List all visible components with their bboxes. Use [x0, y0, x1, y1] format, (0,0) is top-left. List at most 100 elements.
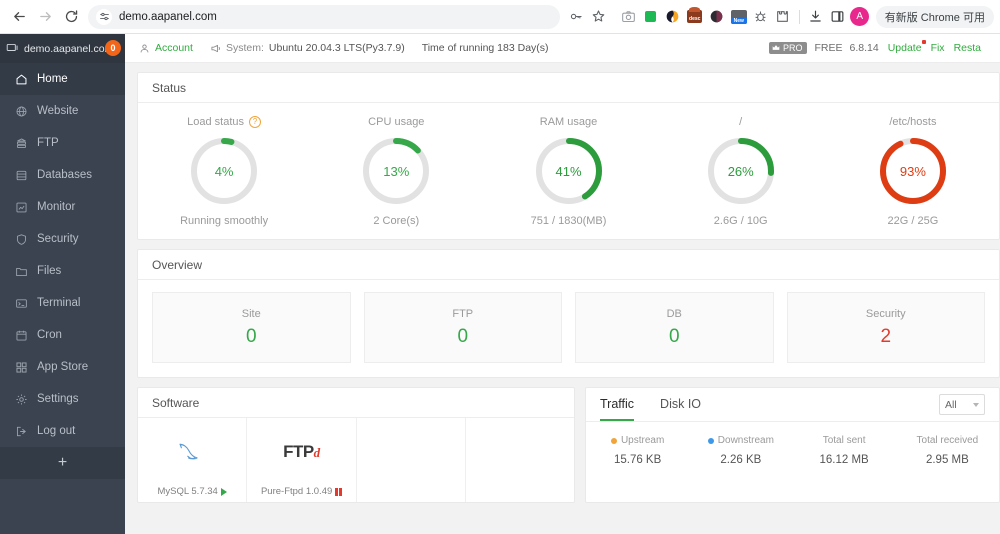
side-panel-icon [831, 11, 844, 22]
system-info: System: Ubuntu 20.04.3 LTS(Py3.7.9) [210, 42, 405, 54]
overview-card-site[interactable]: Site 0 [152, 292, 351, 363]
bug-icon [755, 11, 766, 22]
system-value: Ubuntu 20.04.3 LTS(Py3.7.9) [268, 42, 405, 54]
dark-circle-extension-button[interactable] [706, 5, 728, 29]
stat-label: Downstream [717, 435, 774, 446]
range-select[interactable]: All [939, 394, 985, 415]
update-link[interactable]: Update [888, 40, 926, 54]
password-manager-button[interactable] [566, 5, 588, 29]
gauge-etc-hosts: /etc/hosts 93% 22G / 25G [827, 116, 999, 227]
software-name: MySQL 5.7.34 [157, 486, 218, 497]
server-icon [14, 136, 28, 150]
sidebar-item-databases[interactable]: Databases [0, 159, 125, 191]
range-select-value: All [945, 398, 957, 411]
bookmark-button[interactable] [588, 5, 610, 29]
restart-link[interactable]: Resta [954, 42, 981, 54]
sidebar-item-label: Databases [37, 169, 92, 181]
bottom-row: Software MySQL 5.7.34 FTP d Pure-Ftpd 1.… [137, 387, 1000, 512]
fix-link[interactable]: Fix [931, 42, 945, 54]
account-link[interactable]: Account [139, 42, 193, 54]
overview-card-security[interactable]: Security 2 [786, 292, 985, 363]
overview-card-ftp[interactable]: FTP 0 [363, 292, 562, 363]
running-status-icon [220, 487, 227, 496]
software-item-pureftpd[interactable]: FTP d Pure-Ftpd 1.0.49 [247, 418, 357, 502]
software-item-empty-2 [466, 418, 574, 502]
green-flag-extension-button[interactable] [640, 5, 662, 29]
star-icon [592, 10, 605, 22]
puzzle-icon [777, 11, 789, 22]
camera-icon [622, 11, 636, 23]
status-card: Status Load status ? 4% Running smoothly… [137, 72, 1000, 240]
gauge-root-disk: / 26% 2.6G / 10G [655, 116, 827, 227]
gauge-sub: 2.6G / 10G [713, 215, 768, 227]
software-item-mysql[interactable]: MySQL 5.7.34 [138, 418, 248, 502]
panel-topbar: Account System: Ubuntu 20.04.3 LTS(Py3.7… [125, 34, 1000, 63]
software-title: Software [138, 388, 574, 418]
screenshot-extension-button[interactable] [618, 5, 640, 29]
gauge-sub: 22G / 25G [887, 215, 939, 227]
overview-value: 0 [245, 325, 257, 347]
tab-traffic[interactable]: Traffic [600, 388, 635, 421]
downloads-button[interactable] [805, 5, 827, 29]
home-icon [14, 72, 28, 86]
sidebar-item-cron[interactable]: Cron [0, 319, 125, 351]
monitor-icon [6, 42, 19, 55]
tab-disk-io[interactable]: Disk IO [660, 388, 701, 421]
sidebar-item-monitor[interactable]: Monitor [0, 191, 125, 223]
megaphone-icon [210, 43, 221, 54]
sidebar-item-label: FTP [37, 137, 59, 149]
sidebar-item-home[interactable]: Home [0, 63, 125, 95]
overview-value: 0 [668, 325, 680, 347]
update-dot [921, 40, 926, 44]
pro-badge[interactable]: PRO [768, 42, 808, 54]
key-icon [571, 13, 582, 20]
sidebar-item-website[interactable]: Website [0, 95, 125, 127]
profile-button[interactable]: A [849, 5, 871, 29]
desc-badge-icon: desc [687, 7, 703, 23]
stat-label-row: Total sent [793, 435, 896, 446]
gauge-title-text: / [739, 116, 743, 128]
chrome-update-pill[interactable]: 有新版 Chrome 可用 [875, 5, 994, 28]
overview-card-db[interactable]: DB 0 [575, 292, 774, 363]
stat-downstream: Downstream 2.26 KB [689, 435, 792, 466]
swirl-extension-button[interactable] [662, 5, 684, 29]
sidebar-item-app-store[interactable]: App Store [0, 351, 125, 383]
question-mark-icon[interactable]: ? [249, 116, 262, 128]
back-button[interactable] [6, 4, 32, 30]
user-icon [139, 43, 150, 54]
license-label: FREE [814, 42, 843, 54]
gauge-title-text: CPU usage [368, 116, 425, 128]
chart-icon [14, 200, 28, 214]
side-panel-button[interactable] [827, 5, 849, 29]
extensions-button[interactable] [772, 5, 794, 29]
bug-extension-button[interactable] [750, 5, 772, 29]
uptime-text: Time of running 183 Day(s) [421, 42, 549, 54]
terminal-icon [14, 296, 28, 310]
sidebar-item-label: Monitor [37, 201, 76, 213]
sidebar-item-label: Log out [37, 425, 76, 437]
forward-button[interactable] [32, 4, 58, 30]
sidebar-item-files[interactable]: Files [0, 255, 125, 287]
reload-button[interactable] [58, 4, 84, 30]
gauge-ring: 93% [877, 135, 949, 207]
sidebar-item-log-out[interactable]: Log out [0, 415, 125, 447]
sidebar-add-button[interactable]: + [0, 447, 125, 479]
software-name: Pure-Ftpd 1.0.49 [260, 486, 333, 497]
stat-value: 2.95 MB [925, 454, 969, 466]
stat-label: Total sent [822, 435, 866, 446]
stat-label: Total received [916, 435, 979, 446]
sidebar-item-label: Security [37, 233, 79, 245]
sidebar-item-settings[interactable]: Settings [0, 383, 125, 415]
address-bar[interactable]: demo.aapanel.com [88, 4, 560, 29]
new-extension-button[interactable]: New [728, 5, 750, 29]
globe-icon [14, 104, 28, 118]
sidebar-item-terminal[interactable]: Terminal [0, 287, 125, 319]
sidebar-item-security[interactable]: Security [0, 223, 125, 255]
sidebar-header[interactable]: demo.aapanel.com 0 [0, 34, 125, 63]
tune-sliders-icon[interactable] [96, 8, 112, 25]
sidebar-badge: 0 [105, 40, 121, 56]
status-title: Status [138, 73, 999, 103]
desc-extension-button[interactable]: desc [684, 5, 706, 29]
stat-total-sent: Total sent 16.12 MB [793, 435, 896, 466]
sidebar-item-ftp[interactable]: FTP [0, 127, 125, 159]
